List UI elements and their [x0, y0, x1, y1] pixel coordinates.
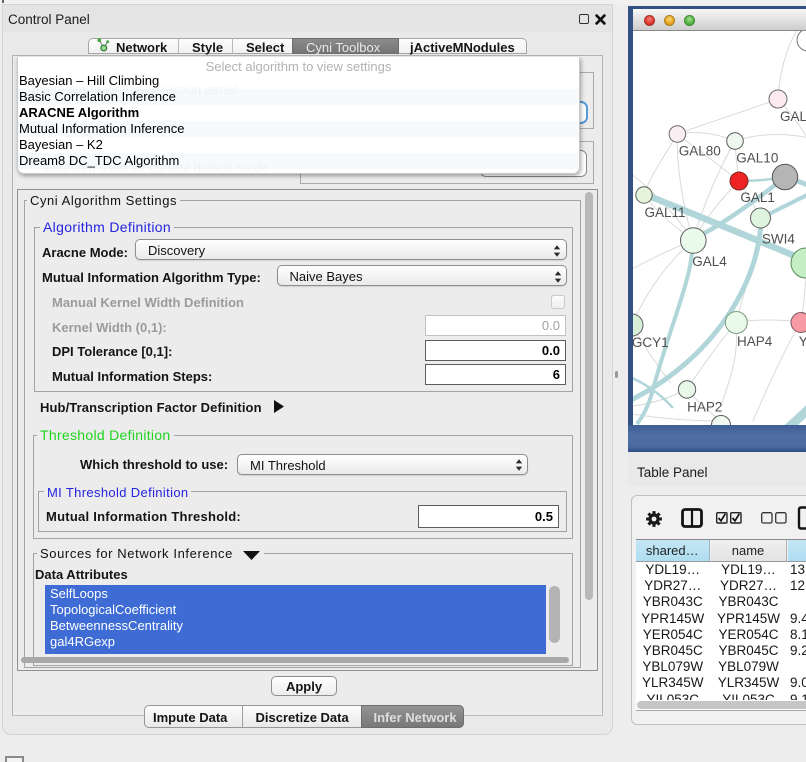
svg-text:HAP2: HAP2 — [687, 400, 722, 415]
svg-text:GAL11: GAL11 — [645, 205, 686, 220]
svg-text:GAL80: GAL80 — [679, 144, 721, 159]
svg-text:GAL: GAL — [780, 109, 806, 124]
svg-text:GAL10: GAL10 — [736, 151, 778, 166]
svg-text:GAL1: GAL1 — [740, 190, 775, 205]
svg-text:GAL4: GAL4 — [692, 254, 727, 269]
svg-text:SWI4: SWI4 — [762, 232, 795, 247]
svg-text:HAP4: HAP4 — [737, 334, 773, 349]
svg-text:Y: Y — [799, 334, 806, 349]
svg-text:GCY1: GCY1 — [633, 335, 669, 350]
